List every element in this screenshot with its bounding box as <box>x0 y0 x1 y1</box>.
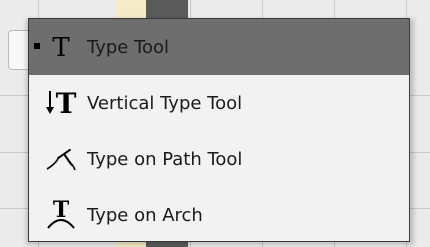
menu-item-type-on-path-tool[interactable]: Type on Path Tool <box>29 131 409 187</box>
type-on-arch-icon: T <box>43 195 79 235</box>
menu-item-label: Type Tool <box>87 36 170 58</box>
svg-text:T: T <box>52 33 70 62</box>
menu-item-label: Type on Path Tool <box>87 148 243 170</box>
menu-item-label: Type on Arch <box>87 204 203 226</box>
menu-item-label: Vertical Type Tool <box>87 92 243 114</box>
menu-item-type-on-arch[interactable]: T Type on Arch <box>29 187 409 243</box>
type-tool-popup-menu: T Type Tool T Vertical Type Tool Type on… <box>28 18 410 242</box>
type-tool-icon: T <box>43 27 79 67</box>
menu-item-vertical-type-tool[interactable]: T Vertical Type Tool <box>29 75 409 131</box>
menu-item-type-tool[interactable]: T Type Tool <box>29 19 409 75</box>
vertical-type-tool-icon: T <box>43 83 79 123</box>
svg-text:T: T <box>56 87 77 119</box>
selected-bullet <box>34 43 40 49</box>
type-on-path-icon <box>43 139 79 179</box>
